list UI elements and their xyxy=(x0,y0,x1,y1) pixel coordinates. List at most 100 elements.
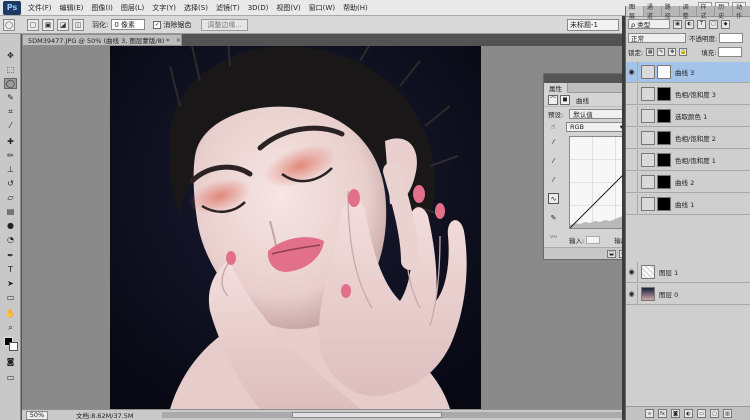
menu-help[interactable]: 帮助(H) xyxy=(339,0,372,16)
white-point-eyedropper-icon[interactable]: ⁄ xyxy=(548,174,559,185)
blur-tool-icon[interactable]: ● xyxy=(4,220,17,231)
document-size-info[interactable]: 文档:8.62M/37.5M xyxy=(76,410,134,420)
folder-icon[interactable]: ▭ xyxy=(697,409,706,418)
document-tab[interactable]: 5DM39477.JPG @ 50% (曲线 3, 图层蒙版/8) * × xyxy=(22,34,182,46)
menu-filter[interactable]: 滤镜(T) xyxy=(212,0,244,16)
layer-mask-thumbnail[interactable] xyxy=(657,109,671,123)
path-select-tool-icon[interactable]: ➤ xyxy=(4,278,17,289)
menu-file[interactable]: 文件(F) xyxy=(24,0,56,16)
eyedropper-tool-icon[interactable]: ⁄ xyxy=(4,120,17,131)
lock-transparent-icon[interactable]: ▦ xyxy=(646,48,655,56)
tab-actions[interactable]: 动作 xyxy=(733,4,750,20)
curve-point-tool-icon[interactable]: ∿ xyxy=(548,193,559,204)
crop-tool-icon[interactable]: ⌗ xyxy=(4,106,17,117)
layer-row[interactable]: 曲线 1 xyxy=(626,193,750,215)
opacity-field[interactable] xyxy=(719,33,744,43)
hand-tool-icon[interactable]: ✋ xyxy=(4,308,17,319)
layer-mask-icon[interactable]: ◼ xyxy=(560,94,570,105)
quick-mask-icon[interactable]: ◙ xyxy=(4,356,17,367)
adjustment-filter-icon[interactable]: ◐ xyxy=(685,19,694,29)
menu-image[interactable]: 图像(I) xyxy=(87,0,117,16)
fill-field[interactable] xyxy=(718,47,743,57)
new-selection-icon[interactable]: ▢ xyxy=(27,18,39,31)
healing-brush-icon[interactable]: ✚ xyxy=(4,136,17,147)
visibility-toggle-empty[interactable] xyxy=(626,83,638,105)
tab-layers[interactable]: 图层 xyxy=(626,4,644,20)
lock-position-icon[interactable]: ✥ xyxy=(668,48,677,56)
screen-mode-icon[interactable]: ▭ xyxy=(4,372,17,383)
visibility-toggle-empty[interactable] xyxy=(626,171,638,193)
layer-row[interactable]: 色相/饱和度 1 xyxy=(626,149,750,171)
tab-channels[interactable]: 通道 xyxy=(644,4,662,20)
marquee-tool-icon[interactable]: ⬚ xyxy=(4,64,17,75)
layer-filter-select[interactable]: ρ 类型 xyxy=(628,19,670,29)
zoom-tool-icon[interactable]: ⌕ xyxy=(4,322,17,333)
visibility-eye-icon[interactable]: ◉ xyxy=(626,261,638,283)
menu-view[interactable]: 视图(V) xyxy=(272,0,304,16)
menu-select[interactable]: 选择(S) xyxy=(180,0,212,16)
curves-adjustment-icon[interactable]: ⌒ xyxy=(548,94,558,105)
clip-to-layer-icon[interactable]: ⬓ xyxy=(607,249,616,258)
new-layer-icon[interactable]: ▢ xyxy=(710,409,719,418)
gradient-tool-icon[interactable]: ▤ xyxy=(4,206,17,217)
visibility-toggle-empty[interactable] xyxy=(626,105,638,127)
pen-tool-icon[interactable]: ✒ xyxy=(4,250,17,261)
mask-icon[interactable]: ◙ xyxy=(671,409,680,418)
link-icon[interactable]: ∞ xyxy=(645,409,654,418)
shape-tool-icon[interactable]: ▭ xyxy=(4,292,17,303)
lasso-tool-icon[interactable]: ◯ xyxy=(4,78,17,89)
layer-mask-thumbnail[interactable] xyxy=(657,197,671,211)
target-adjust-icon[interactable]: ☝ xyxy=(548,122,558,132)
tab-paths[interactable]: 路径 xyxy=(662,4,680,20)
layer-row[interactable]: 色相/饱和度 2 xyxy=(626,127,750,149)
visibility-toggle-empty[interactable] xyxy=(626,127,638,149)
fx-icon[interactable]: fx xyxy=(658,409,667,418)
add-selection-icon[interactable]: ▣ xyxy=(42,18,54,31)
type-tool-icon[interactable]: T xyxy=(4,264,17,275)
blend-mode-select[interactable]: 正常 xyxy=(628,33,686,43)
tab-adjustments[interactable]: 调整 xyxy=(680,4,698,20)
move-tool-icon[interactable]: ✥ xyxy=(4,50,17,61)
layer-row[interactable]: 色相/饱和度 3 xyxy=(626,83,750,105)
pixel-filter-icon[interactable]: ▣ xyxy=(673,19,682,29)
visibility-toggle-empty[interactable] xyxy=(626,193,638,215)
feather-input[interactable]: 0 像素 xyxy=(111,19,146,30)
document-canvas-image[interactable] xyxy=(110,46,481,409)
layer-row[interactable]: 选取颜色 1 xyxy=(626,105,750,127)
lock-all-icon[interactable]: 🔒 xyxy=(679,48,688,56)
layer-mask-thumbnail[interactable] xyxy=(657,175,671,189)
clone-stamp-icon[interactable]: ⊥ xyxy=(4,164,17,175)
horizontal-scrollbar-thumb[interactable] xyxy=(292,412,442,418)
lock-image-icon[interactable]: ✎ xyxy=(657,48,666,56)
visibility-eye-icon[interactable]: ◉ xyxy=(626,61,638,83)
layer-mask-thumbnail[interactable] xyxy=(657,153,671,167)
menu-layer[interactable]: 图层(L) xyxy=(117,0,148,16)
intersect-selection-icon[interactable]: ◫ xyxy=(72,18,84,31)
tab-history[interactable]: 历史 xyxy=(715,4,734,20)
menu-type[interactable]: 文字(Y) xyxy=(148,0,180,16)
layer-row[interactable]: 曲线 2 xyxy=(626,171,750,193)
layer-row[interactable]: ◉ 曲线 3 xyxy=(626,61,750,83)
zoom-level-field[interactable]: 50% xyxy=(26,410,48,420)
layer-row[interactable]: ◉ 图层 1 xyxy=(626,261,750,283)
background-color-swatch[interactable] xyxy=(9,342,18,351)
adjustment-icon[interactable]: ◐ xyxy=(684,409,693,418)
dodge-tool-icon[interactable]: ◔ xyxy=(4,234,17,245)
channel-select[interactable]: RGB ▾ xyxy=(566,122,626,132)
menu-3d[interactable]: 3D(D) xyxy=(244,0,273,16)
quick-select-tool-icon[interactable]: ✎ xyxy=(4,92,17,103)
close-document-icon[interactable]: × xyxy=(176,36,181,44)
tab-styles[interactable]: 样式 xyxy=(697,4,716,20)
visibility-toggle-empty[interactable] xyxy=(626,149,638,171)
pencil-curve-icon[interactable]: ✎ xyxy=(548,212,559,223)
menu-edit[interactable]: 编辑(E) xyxy=(56,0,88,16)
layer-row[interactable]: ◉ 图层 0 xyxy=(626,283,750,305)
smart-filter-icon[interactable]: ◆ xyxy=(721,19,730,29)
menu-window[interactable]: 窗口(W) xyxy=(305,0,339,16)
black-point-eyedropper-icon[interactable]: ⁄ xyxy=(548,136,559,147)
eraser-tool-icon[interactable]: ▱ xyxy=(4,192,17,203)
lasso-tool-preset-icon[interactable]: ◯ xyxy=(3,18,15,31)
history-brush-icon[interactable]: ↺ xyxy=(4,178,17,189)
refine-edge-button[interactable]: 调整边缘... xyxy=(201,18,249,31)
tab-properties[interactable]: 属性 xyxy=(544,82,568,93)
